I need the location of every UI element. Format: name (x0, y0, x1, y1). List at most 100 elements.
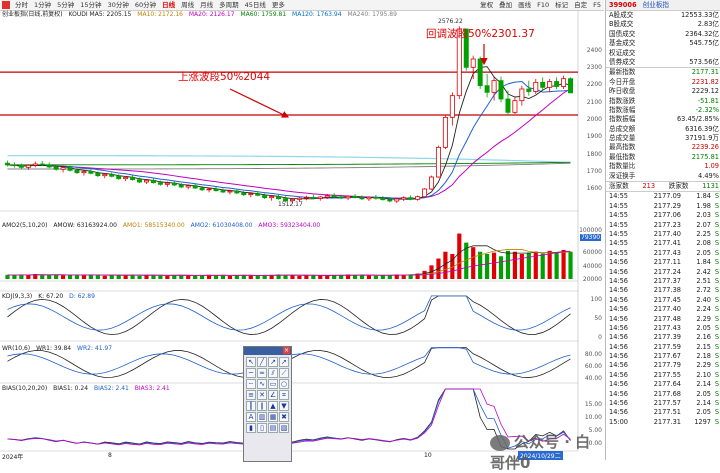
tick-p: 2177.51 (653, 408, 681, 417)
volume-bar (81, 274, 87, 279)
bar-pattern-icon[interactable]: ▤ (268, 423, 278, 433)
candle-body (150, 179, 156, 184)
up-arrow-icon[interactable]: ▲ (268, 401, 278, 411)
tick-p: 2177.45 (653, 295, 681, 304)
horizontal-line-icon[interactable]: ─ (246, 368, 256, 378)
drawing-toolbox[interactable]: × ↖ ╱ ↗ ➚ ─ ═ ⫽ ⟋ ┄ ∿ ▭ ○ ≡ ✕ ∠ ⌗ ┃ ∥ ▲ … (243, 346, 292, 462)
circle-icon[interactable]: ○ (279, 379, 289, 389)
candle-body (408, 197, 414, 200)
tick-t: 14:56 (609, 267, 629, 276)
tick-side: S (714, 399, 719, 408)
volume-bar (491, 252, 497, 279)
candle-body (109, 173, 115, 177)
period-tab[interactable]: 60分钟 (132, 0, 159, 10)
angle-icon[interactable]: ∠ (268, 390, 278, 400)
tick-p: 2177.57 (653, 399, 681, 408)
tool-button[interactable]: 复权 (477, 0, 496, 10)
up-count-label: 涨家数 (609, 182, 629, 191)
tool-button[interactable]: 叠加 (496, 0, 515, 10)
wave-icon[interactable]: ∿ (257, 379, 267, 389)
quote-label: 指数量比 (609, 162, 636, 171)
period-tab[interactable]: 30分钟 (105, 0, 132, 10)
tick-p: 2177.40 (653, 305, 681, 314)
volume-bar (102, 275, 107, 279)
parallel-lines-icon[interactable]: ═ (257, 368, 267, 378)
period-tab[interactable]: 更多 (269, 0, 288, 10)
delete-icon[interactable]: ✖ (279, 412, 289, 422)
vol-amo3: AMO3: 59323404.00 (258, 222, 321, 229)
gann-icon[interactable]: ✕ (257, 390, 267, 400)
cycle-icon[interactable]: ∥ (257, 401, 267, 411)
period-tab[interactable]: 1分钟 (31, 0, 54, 10)
fib-icon[interactable]: ≡ (246, 390, 256, 400)
period-tab[interactable]: 多周期 (216, 0, 242, 10)
arrow-line-icon[interactable]: ➚ (279, 357, 289, 367)
text-icon[interactable]: A (246, 412, 256, 422)
candle-body (220, 190, 226, 193)
bar-pattern-icon[interactable]: ▮ (246, 423, 256, 433)
tick-p: 2177.64 (653, 380, 681, 389)
tick-p: 2177.37 (653, 276, 681, 285)
up-wave-arrow (229, 88, 290, 118)
quote-value: 4.49% (698, 171, 719, 180)
candle-body (25, 164, 31, 168)
price-line-icon[interactable]: ┄ (246, 379, 256, 389)
period-lines-icon[interactable]: ┃ (246, 401, 256, 411)
period-tab[interactable]: 45日线 (242, 0, 269, 10)
candle-body (81, 171, 87, 174)
period-tab[interactable]: 月线 (197, 0, 216, 10)
period-tab[interactable]: 周线 (178, 0, 197, 10)
tick-side: S (714, 267, 719, 276)
tick-p: 2177.39 (653, 333, 681, 342)
volume-bar (554, 252, 559, 279)
close-icon[interactable]: × (283, 347, 290, 354)
kline-chart-area[interactable]: 创业板指(日线,前复权) KOUDI MA5: 2205.15 MA10: 21… (0, 11, 604, 472)
volume-bar (40, 275, 45, 279)
candle-body (269, 196, 275, 199)
quote-value: -51.81 (697, 96, 719, 105)
candle-body (123, 176, 129, 180)
volume-bar (366, 275, 372, 279)
wr-1: WR1: 39.84 (36, 345, 72, 352)
tick-p: 2177.67 (653, 352, 681, 361)
tick-side: S (714, 333, 719, 342)
tool-button[interactable]: 画线 (515, 0, 534, 10)
tool-button[interactable]: 标记 (552, 0, 571, 10)
tick-v: 2.16 (696, 333, 711, 342)
golden-icon[interactable]: ⌗ (279, 390, 289, 400)
f10-button[interactable]: F10 (534, 0, 552, 10)
bar-pattern-icon[interactable]: ▧ (279, 423, 289, 433)
ray-icon[interactable]: ↗ (268, 357, 278, 367)
tick-row: 14:56 2177.40 2.24 S (606, 305, 720, 314)
tool-button[interactable]: F5 (590, 0, 604, 10)
rect-icon[interactable]: ▭ (268, 379, 278, 389)
tick-row: 14:56 2177.45 2.40 S (606, 296, 720, 305)
stats-value: 545.75亿 (689, 39, 719, 48)
down-arrow-icon[interactable]: ▼ (279, 401, 289, 411)
ma20-line (7, 88, 571, 199)
grid-icon[interactable]: ▦ (268, 412, 278, 422)
stats-row: 债券成交 573.56亿 (606, 58, 720, 67)
volume-bar (116, 275, 121, 279)
stats-label: 债券成交 (609, 57, 636, 66)
tick-row: 14:56 2177.57 2.14 S (606, 399, 720, 408)
period-tab[interactable]: 5分钟 (54, 0, 77, 10)
bars-icon[interactable]: ▥ (257, 412, 267, 422)
period-tab[interactable]: 15分钟 (77, 0, 104, 10)
cursor-icon[interactable]: ↖ (246, 357, 256, 367)
vol-indicator-name: AMO2(5,10,20) (2, 222, 48, 229)
tool-button[interactable]: 自定 (571, 0, 590, 10)
line-segment-icon[interactable]: ╱ (257, 357, 267, 367)
period-tab-daily[interactable]: 日线 (159, 0, 178, 10)
trend-icon[interactable]: ⟋ (279, 368, 289, 378)
period-tab[interactable]: 分时 (12, 0, 31, 10)
tick-p: 2177.38 (653, 286, 681, 295)
candle-body (345, 195, 351, 199)
volume-bar (61, 275, 66, 279)
channel-icon[interactable]: ⫽ (268, 368, 278, 378)
tick-v: 2.05 (696, 408, 711, 417)
tick-p: 2177.68 (653, 389, 681, 398)
bar-pattern-icon[interactable]: ▯ (257, 423, 267, 433)
toolbox-titlebar[interactable]: × (244, 347, 291, 355)
candle-body (547, 81, 553, 88)
